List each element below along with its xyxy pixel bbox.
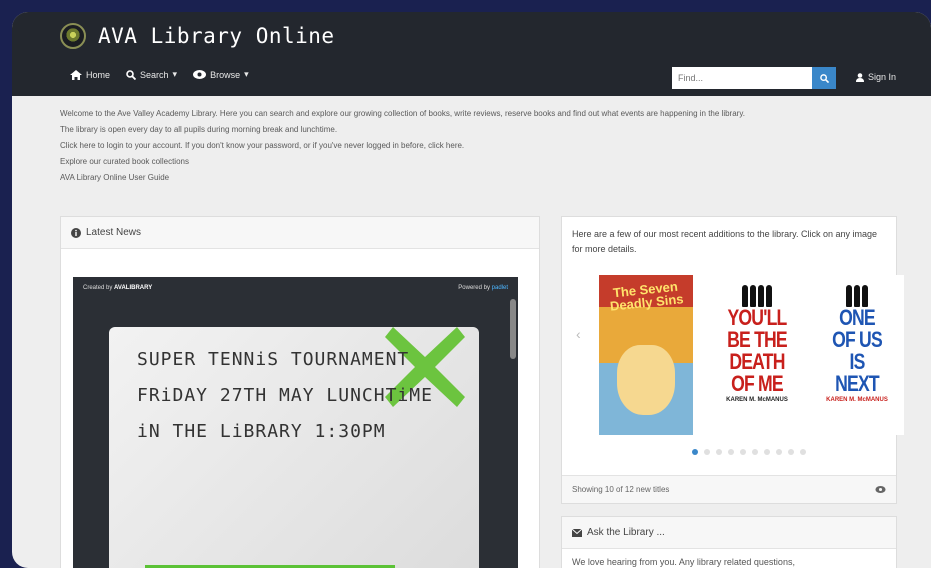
carousel-dot[interactable] xyxy=(704,449,710,455)
carousel-dot[interactable] xyxy=(764,449,770,455)
nav-browse[interactable]: Browse ▾ xyxy=(193,69,249,80)
padlet-embed[interactable]: Created by AVALIBRARY Powered by padlet … xyxy=(73,277,518,568)
poster-line-1: SUPER TENNiS TOURNAMENT xyxy=(137,349,410,370)
carousel-dot[interactable] xyxy=(740,449,746,455)
book-cover-1-art xyxy=(617,345,675,415)
book-cover-2-line3: DEATH xyxy=(729,349,785,374)
carousel-dot[interactable] xyxy=(752,449,758,455)
poster-line-3: iN THE LiBRARY 1:30PM xyxy=(137,421,386,442)
info-icon xyxy=(71,227,81,238)
search-input[interactable] xyxy=(672,67,812,89)
book-cover-3-line1: ONE xyxy=(839,305,876,330)
search-icon xyxy=(819,73,829,83)
new-books-intro: Here are a few of our most recent additi… xyxy=(572,229,877,254)
nav-home[interactable]: Home xyxy=(70,69,111,80)
intro-text: Welcome to the Ave Valley Academy Librar… xyxy=(60,108,860,188)
ask-library-heading: Ask the Library ... xyxy=(562,517,896,549)
embed-powered-by: Powered by padlet xyxy=(458,285,508,291)
carousel-dot[interactable] xyxy=(800,449,806,455)
carousel-dot[interactable] xyxy=(716,449,722,455)
browser-frame: AVA Library Online Home Search ▾ Browse … xyxy=(12,12,931,568)
carousel-dot[interactable] xyxy=(776,449,782,455)
new-books-carousel: ‹ › The Seven Deadly Sins YOU'LL BE THE … xyxy=(562,271,904,441)
poster-line-2: FRiDAY 27TH MAY LUNCHTiME xyxy=(137,385,433,406)
book-cover-3-figures xyxy=(810,275,904,307)
nav-browse-label: Browse xyxy=(210,69,241,80)
site-title[interactable]: AVA Library Online xyxy=(98,24,335,48)
sign-in-link[interactable]: Sign In xyxy=(856,72,896,82)
book-cover-2-line4: OF ME xyxy=(731,371,784,396)
main-nav: Home Search ▾ Browse ▾ xyxy=(70,69,249,80)
chevron-down-icon: ▾ xyxy=(172,69,178,79)
book-cover-2-line1: YOU'LL xyxy=(727,305,787,330)
book-cover-1[interactable]: The Seven Deadly Sins xyxy=(599,275,693,435)
nav-search-label: Search xyxy=(140,69,169,80)
book-cover-2[interactable]: YOU'LL BE THE DEATH OF ME KAREN M. McMAN… xyxy=(710,275,804,435)
book-cover-1-title: The Seven Deadly Sins xyxy=(609,278,685,314)
chevron-down-icon: ▾ xyxy=(244,69,249,79)
intro-collections-link[interactable]: Explore our curated book collections xyxy=(60,156,860,167)
carousel-dot[interactable] xyxy=(788,449,794,455)
intro-hours: The library is open every day to all pup… xyxy=(60,125,338,134)
embed-creator[interactable]: AVALIBRARY xyxy=(114,285,152,291)
envelope-icon xyxy=(572,528,582,537)
poster-text: SUPER TENNiS TOURNAMENT FRiDAY 27TH MAY … xyxy=(137,349,433,457)
book-cover-2-author: KAREN M. McMANUS xyxy=(726,397,788,403)
carousel-dot[interactable] xyxy=(692,449,698,455)
nav-search[interactable]: Search ▾ xyxy=(126,69,177,80)
ask-library-panel: Ask the Library ... We love hearing from… xyxy=(561,516,897,568)
intro-welcome: Welcome to the Ave Valley Academy Librar… xyxy=(60,109,745,118)
site-header: AVA Library Online Home Search ▾ Browse … xyxy=(12,12,931,96)
home-icon xyxy=(70,69,82,80)
book-cover-3-author: KAREN M. McMANUS xyxy=(826,397,888,403)
search-icon xyxy=(126,69,137,80)
search-button[interactable] xyxy=(812,67,836,89)
embed-bar: Created by AVALIBRARY Powered by padlet xyxy=(73,277,518,299)
book-cover-2-line2: BE THE xyxy=(727,327,788,352)
book-cover-3[interactable]: ONE OF US IS NEXT KAREN M. McMANUS xyxy=(810,275,904,435)
nav-home-label: Home xyxy=(86,69,111,80)
sign-in-label: Sign In xyxy=(868,72,897,82)
new-books-panel: Here are a few of our most recent additi… xyxy=(561,216,904,504)
embed-created-by: Created by AVALIBRARY xyxy=(83,285,153,291)
latest-news-panel: Latest News Created by AVALIBRARY Powere… xyxy=(60,216,540,568)
book-cover-3-line3: IS xyxy=(849,349,865,374)
new-books-footer: Showing 10 of 12 new titles xyxy=(562,475,896,503)
embed-brand[interactable]: padlet xyxy=(492,285,508,291)
carousel-dot[interactable] xyxy=(728,449,734,455)
embed-scrollbar[interactable] xyxy=(510,299,516,359)
ask-library-body: We love hearing from you. Any library re… xyxy=(572,557,795,567)
book-cover-3-line4: NEXT xyxy=(835,371,880,396)
book-cover-2-figures xyxy=(710,275,804,307)
new-books-count: Showing 10 of 12 new titles xyxy=(572,485,670,494)
academy-logo-icon[interactable] xyxy=(60,23,86,49)
news-poster-image[interactable]: SUPER TENNiS TOURNAMENT FRiDAY 27TH MAY … xyxy=(109,327,479,568)
eye-icon xyxy=(193,70,207,79)
ask-library-title: Ask the Library ... xyxy=(587,527,665,538)
user-icon xyxy=(856,72,864,82)
intro-login-link[interactable]: Click here to login to your account. If … xyxy=(60,140,860,151)
latest-news-heading: Latest News xyxy=(61,217,539,249)
carousel-prev-icon[interactable]: ‹ xyxy=(576,326,581,342)
book-cover-3-line2: OF US xyxy=(832,327,883,352)
intro-user-guide-link[interactable]: AVA Library Online User Guide xyxy=(60,172,860,183)
latest-news-title: Latest News xyxy=(86,227,142,238)
eye-icon[interactable] xyxy=(875,486,886,493)
carousel-indicators xyxy=(692,449,806,455)
